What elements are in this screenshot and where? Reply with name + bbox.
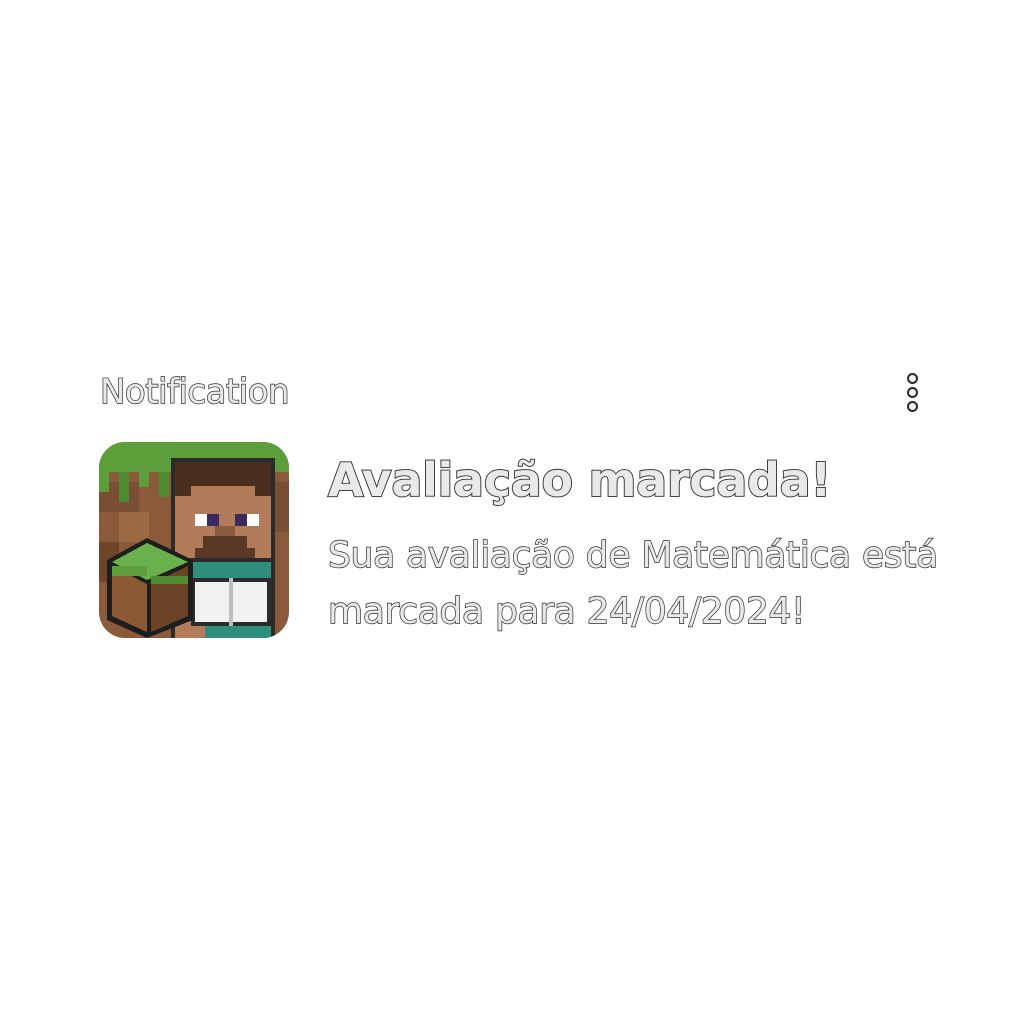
more-vertical-icon-dot bbox=[906, 400, 918, 412]
more-options-button[interactable] bbox=[896, 372, 928, 412]
notification-title: Avaliação marcada! bbox=[327, 452, 832, 508]
minecraft-education-icon bbox=[99, 442, 289, 638]
more-vertical-icon bbox=[906, 372, 918, 384]
more-vertical-icon-dot bbox=[906, 386, 918, 398]
notification-body: Sua avaliação de Matemática está marcada… bbox=[327, 534, 939, 632]
notification-header-label: Notification bbox=[99, 371, 290, 412]
